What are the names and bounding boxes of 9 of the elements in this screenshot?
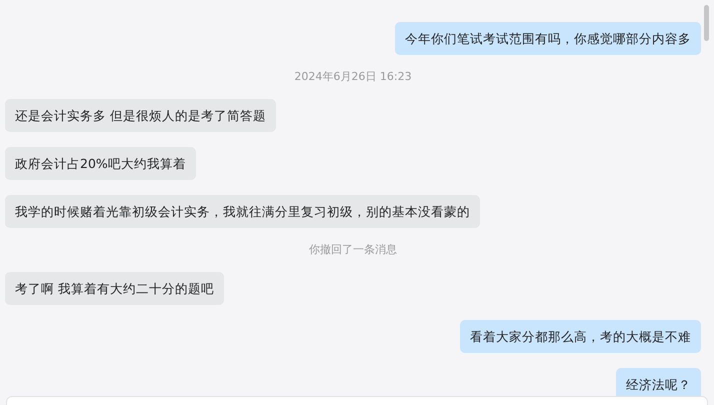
recall-notice: 你撤回了一条消息 [309, 243, 397, 257]
timestamp: 2024年6月26日 16:23 [294, 70, 412, 84]
received-message-bubble: 我学的时候赌着光靠初级会计实务，我就往满分里复习初级，别的基本没看蒙的 [5, 195, 480, 228]
sent-message-bubble: 今年你们笔试考试范围有吗，你感觉哪部分内容多 [395, 22, 701, 55]
received-message-bubble: 考了啊 我算着有大约二十分的题吧 [5, 272, 224, 305]
sent-message-bubble: 看着大家分都那么高，考的大概是不难 [460, 320, 701, 353]
received-message-bubble: 政府会计占20%吧大约我算着 [5, 147, 196, 180]
received-message-bubble: 还是会计实务多 但是很烦人的是考了简答题 [5, 99, 276, 132]
scrollbar-thumb[interactable] [704, 5, 709, 41]
